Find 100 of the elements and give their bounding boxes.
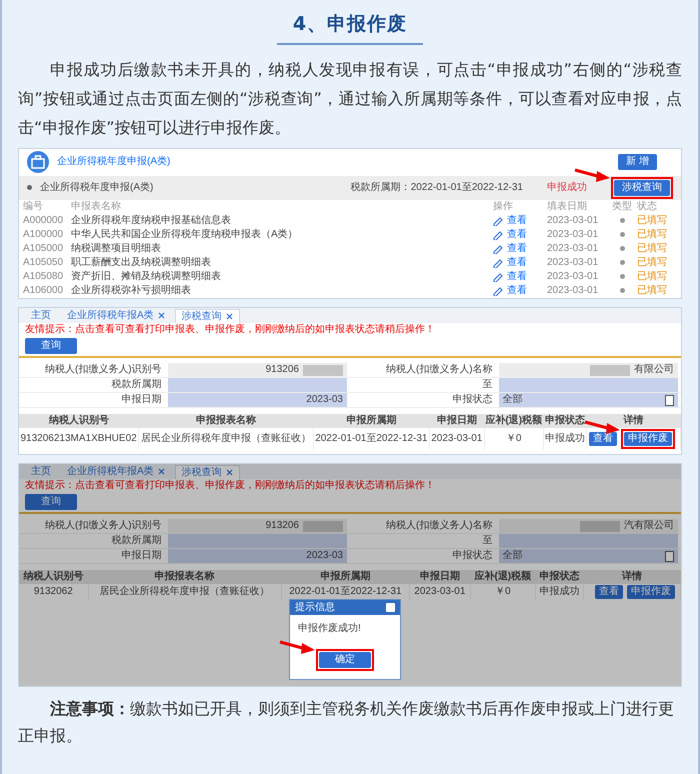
- section-heading: 4、申报作废: [276, 10, 424, 44]
- status-text: 已填写: [637, 284, 667, 296]
- select-field[interactable]: 全部: [498, 549, 678, 563]
- table-cell: 企业所得税年度纳税申报基础信息表: [71, 214, 231, 226]
- table-cell: A106000: [23, 284, 64, 296]
- table-cell: 申报成功: [544, 432, 585, 444]
- table-cell: 职工薪酬支出及纳税调整明细表: [71, 256, 211, 268]
- pencil-icon: [493, 215, 503, 226]
- period-text: 税款所属期：2022-01-01至2022-12-31: [350, 182, 523, 194]
- page-title: 企业所得税年度申报(A类): [57, 156, 170, 168]
- column-header: 纳税人识别号: [24, 571, 84, 582]
- view-link[interactable]: 查看: [507, 214, 527, 226]
- notice-text: 友情提示：点击查看可查看打印申报表、申报作废，刚刚缴纳后的如申报表状态请稍后操作！: [24, 322, 436, 336]
- pencil-icon: [493, 285, 503, 296]
- column-header: 状态: [637, 200, 657, 212]
- column-header: 申报报表名称: [154, 571, 215, 582]
- table-cell: ￥0: [506, 432, 522, 444]
- void-button[interactable]: 申报作废: [624, 432, 672, 446]
- input-field[interactable]: 913206: [168, 519, 347, 533]
- table-cell: 913206213MA1XBHUE02: [20, 432, 137, 444]
- status-text: 已填写: [637, 256, 667, 268]
- tab[interactable]: 涉税查询: [174, 464, 240, 478]
- field-label: 至: [482, 379, 493, 390]
- pencil-icon: [493, 271, 503, 282]
- column-header: 详情: [622, 571, 642, 582]
- field-label: 纳税人(扣缴义务人)名称: [386, 520, 493, 532]
- pencil-icon: [493, 257, 503, 268]
- column-header: 申报所属期: [320, 571, 370, 582]
- column-header: 编号: [23, 200, 43, 212]
- view-link[interactable]: 查看: [507, 284, 527, 296]
- field-label: 申报状态: [452, 394, 493, 406]
- intro-paragraph: 申报成功后缴款书未开具的，纳税人发现申报有误，可点击“申报成功”右侧的“涉税查询”按钮或通过点击页面左侧的“涉税查询”，通过输入所属期等条件，可以查看对应申报，点击“申报作废”按钮可以进行申报作废。: [18, 58, 682, 138]
- input-field[interactable]: 2023-03: [168, 393, 347, 407]
- add-button[interactable]: 新 增: [618, 154, 657, 170]
- field-label: 纳税人(扣缴义务人)名称: [386, 364, 493, 376]
- table-cell: 2023-03-01: [547, 256, 598, 268]
- tab[interactable]: 企业所得税年报A类: [61, 464, 171, 478]
- table-cell: 2023-03-01: [547, 284, 598, 296]
- table-cell: 2022-01-01至2022-12-31: [315, 432, 428, 444]
- column-header: 操作: [493, 200, 513, 212]
- input-field[interactable]: [168, 378, 347, 392]
- view-button[interactable]: 查看: [589, 432, 617, 446]
- table-cell: 2022-01-01至2022-12-31: [289, 586, 402, 597]
- view-link[interactable]: 查看: [507, 270, 527, 282]
- table-cell: 2023-03-01: [547, 228, 598, 240]
- dot-icon: [620, 288, 624, 293]
- field-label: 纳税人(扣缴义务人)识别号: [44, 364, 162, 376]
- tab[interactable]: 涉税查询: [174, 308, 240, 322]
- column-header: 申报状态: [539, 571, 580, 582]
- column-header: 纳税人识别号: [48, 415, 109, 426]
- table-cell: A100000: [23, 228, 64, 240]
- pencil-icon: [493, 243, 503, 254]
- query-button[interactable]: 查询: [25, 338, 77, 354]
- input-field[interactable]: [168, 534, 347, 548]
- column-header: 填表日期: [547, 200, 587, 212]
- tab[interactable]: 主页: [25, 308, 57, 322]
- dialog-message: 申报作废成功!: [298, 623, 362, 634]
- view-button[interactable]: 查看: [595, 584, 623, 598]
- column-header: 申报所属期: [346, 415, 396, 426]
- table-cell: 居民企业所得税年度申报（查账征收）: [100, 586, 270, 597]
- pencil-icon: [493, 229, 503, 240]
- input-field[interactable]: 913206: [168, 363, 347, 377]
- table-cell: A000000: [23, 214, 64, 226]
- table-cell: 居民企业所得税年度申报（查账征收）: [140, 432, 311, 444]
- void-button[interactable]: 申报作废: [627, 584, 675, 598]
- table-cell: 2023-03-01: [547, 270, 598, 282]
- table-cell: 申报成功: [539, 586, 580, 597]
- tab[interactable]: 主页: [25, 464, 57, 478]
- dot-icon: [620, 274, 624, 279]
- column-header: 申报日期: [420, 571, 460, 582]
- input-field[interactable]: 有限公司: [498, 363, 678, 377]
- input-field[interactable]: 2023-03: [168, 549, 347, 563]
- note-paragraph: 注意事项：缴款书如已开具，则须到主管税务机关作废缴款书后再作废申报或上门进行更正申报。: [18, 698, 675, 746]
- view-link[interactable]: 查看: [507, 256, 527, 268]
- input-field[interactable]: [498, 534, 678, 548]
- confirm-button[interactable]: 确定: [319, 652, 371, 668]
- table-cell: 2023-03-01: [547, 214, 598, 226]
- input-field[interactable]: [498, 378, 678, 392]
- status-text: 已填写: [637, 270, 667, 282]
- column-header: 申报状态: [544, 415, 585, 426]
- select-field[interactable]: 全部: [498, 393, 678, 407]
- briefcase-icon: [27, 151, 49, 173]
- table-cell: A105000: [23, 242, 64, 254]
- status-text: 申报成功: [547, 182, 587, 194]
- dot-icon: [620, 232, 624, 237]
- query-button[interactable]: 查询: [25, 494, 77, 510]
- field-label: 申报日期: [122, 394, 162, 406]
- column-header: 申报报表名称: [196, 415, 256, 426]
- notice-text: 友情提示：点击查看可查看打印申报表、申报作废，刚刚缴纳后的如申报表状态请稍后操作！: [24, 478, 436, 492]
- query-button[interactable]: 涉税查询: [614, 180, 670, 196]
- table-cell: 资产折旧、摊销及纳税调整明细表: [71, 270, 221, 282]
- input-field[interactable]: 汽有限公司: [498, 519, 678, 533]
- field-label: 税款所属期: [112, 535, 162, 546]
- status-text: 已填写: [637, 228, 667, 240]
- view-link[interactable]: 查看: [507, 228, 527, 240]
- table-cell: ￥0: [494, 586, 511, 597]
- field-label: 至: [482, 535, 493, 546]
- view-link[interactable]: 查看: [507, 242, 527, 254]
- table-cell: 企业所得税弥补亏损明细表: [71, 284, 191, 296]
- tab[interactable]: 企业所得税年报A类: [61, 308, 171, 322]
